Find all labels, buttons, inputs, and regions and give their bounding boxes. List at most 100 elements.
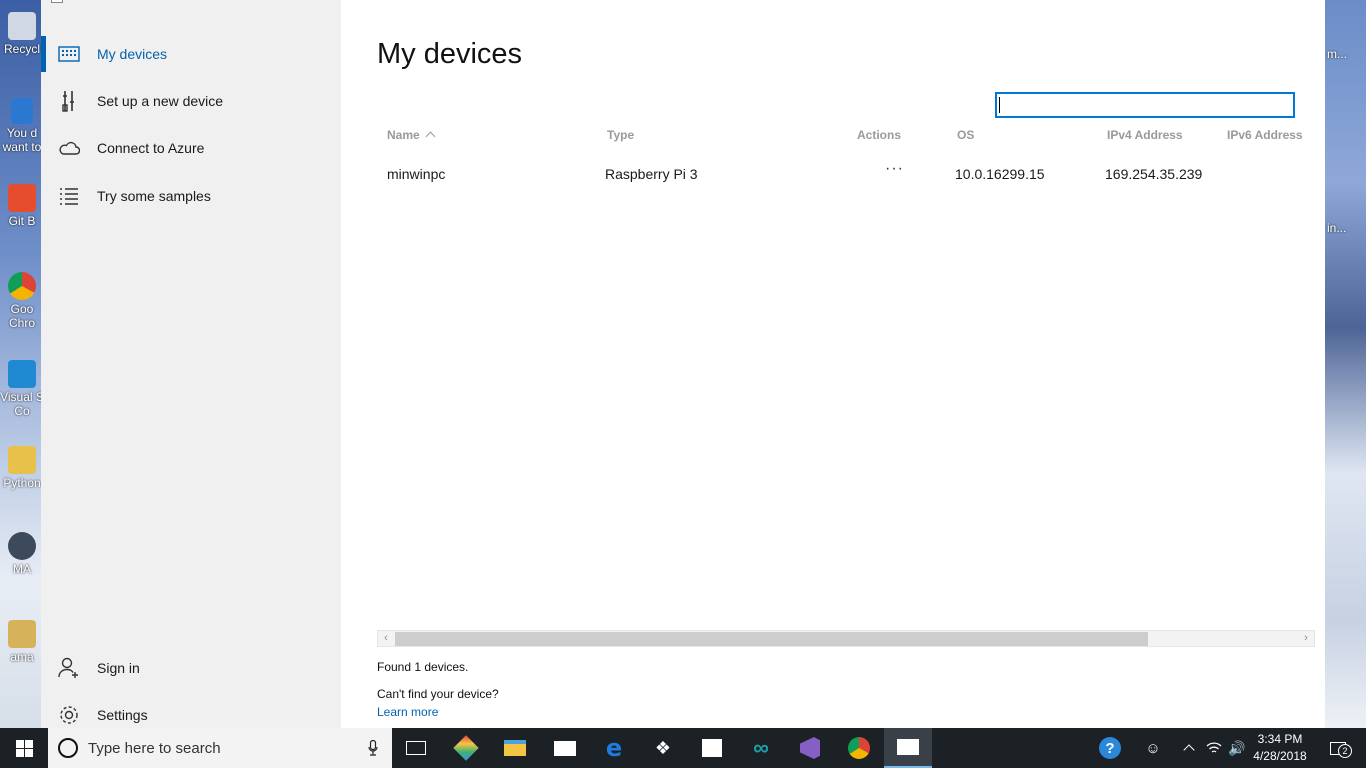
start-button[interactable] [0, 728, 48, 768]
desktop-icon-vscode[interactable]: Visual S Co [0, 360, 44, 418]
desktop-icon-edge-shortcut[interactable]: You d want to [0, 98, 44, 154]
window-menu-icon[interactable] [51, 0, 63, 3]
search-placeholder: Type here to search [88, 739, 221, 757]
horizontal-scrollbar[interactable]: ‹ › [377, 630, 1315, 647]
sort-ascending-icon [425, 131, 436, 142]
tray-show-hidden[interactable] [1178, 728, 1200, 768]
recycle-bin-icon [8, 12, 36, 40]
desktop-icon-git[interactable]: Git B [0, 184, 44, 228]
device-ipv4: 169.254.35.239 [1105, 166, 1203, 182]
wifi-icon [1206, 742, 1222, 753]
scrollbar-thumb[interactable] [395, 632, 1148, 646]
nav-item-label: Sign in [97, 660, 140, 676]
visual-studio-icon [800, 737, 820, 759]
desktop-icon-recycle[interactable]: Recycl [0, 12, 44, 56]
desktop-icon-ma[interactable]: MA [0, 532, 44, 576]
nav-item-label: My devices [97, 46, 168, 62]
desktop-right-label: in... [1327, 221, 1347, 235]
iot-dashboard-window: My devices Set up a new device Connect t… [41, 0, 1325, 728]
vscode-icon [8, 360, 36, 388]
taskbar-app-file-explorer[interactable] [491, 728, 539, 768]
column-header-name[interactable]: Name [387, 128, 436, 142]
clock-time: 3:34 PM [1257, 732, 1303, 746]
device-filter-input[interactable] [995, 92, 1295, 118]
tools-icon [41, 90, 97, 112]
column-header-os[interactable]: OS [957, 128, 974, 142]
volume-icon: 🔊 [1228, 739, 1246, 756]
edge-icon: e [605, 734, 623, 762]
taskbar-app-arduino[interactable]: ∞ [737, 728, 785, 768]
people-icon: ☺ [1145, 739, 1161, 757]
scroll-right-icon[interactable]: › [1298, 631, 1314, 646]
taskbar-app-iot-dashboard[interactable] [884, 728, 932, 768]
column-header-ipv6[interactable]: IPv6 Address [1227, 128, 1303, 142]
chrome-icon [8, 272, 36, 300]
chrome-icon [848, 737, 870, 759]
device-count-status: Found 1 devices. [377, 660, 469, 674]
device-name: minwinpc [387, 166, 446, 182]
desktop-icon-ama[interactable]: ama [0, 620, 44, 664]
device-type: Raspberry Pi 3 [605, 166, 698, 182]
arduino-icon: ∞ [753, 735, 769, 760]
desktop-right-label: m... [1327, 47, 1347, 61]
device-os: 10.0.16299.15 [955, 166, 1045, 182]
taskbar-app-chrome[interactable] [835, 728, 883, 768]
column-header-ipv4[interactable]: IPv4 Address [1107, 128, 1183, 142]
text-cursor [999, 97, 1000, 113]
nav-item-label: Connect to Azure [97, 140, 205, 156]
nav-item-my-devices[interactable]: My devices [41, 32, 341, 76]
dropbox-icon: ❖ [654, 737, 672, 758]
device-actions-button[interactable]: ··· [885, 160, 904, 178]
taskbar: Type here to search e ❖ ∞ ? ☺ 🔊 3:34 PM … [0, 728, 1366, 768]
windows-logo-icon [15, 739, 33, 757]
tray-volume[interactable]: 🔊 [1226, 728, 1248, 768]
devices-icon [41, 46, 97, 62]
taskbar-app-mail[interactable] [541, 728, 589, 768]
taskbar-app-gitkraken[interactable] [442, 728, 490, 768]
microphone-icon[interactable] [368, 739, 378, 761]
nav-item-setup-device[interactable]: Set up a new device [41, 79, 341, 123]
column-header-actions[interactable]: Actions [857, 128, 901, 142]
tray-people[interactable]: ☺ [1140, 728, 1166, 768]
task-view-button[interactable] [392, 728, 440, 768]
nav-item-label: Set up a new device [97, 93, 224, 109]
desktop-icon-python[interactable]: Python [0, 446, 44, 490]
nav-item-sign-in[interactable]: Sign in [41, 646, 341, 690]
help-icon: ? [1099, 737, 1121, 759]
git-icon [8, 184, 36, 212]
cortana-icon [58, 738, 78, 758]
system-clock[interactable]: 3:34 PM 4/28/2018 [1248, 731, 1312, 765]
file-icon [8, 620, 36, 648]
nav-item-samples[interactable]: Try some samples [41, 174, 341, 218]
cloud-icon [41, 141, 97, 155]
column-header-type[interactable]: Type [607, 128, 634, 142]
taskbar-search-box[interactable]: Type here to search [48, 728, 392, 768]
navigation-pane: My devices Set up a new device Connect t… [41, 11, 341, 728]
gear-icon [41, 704, 97, 726]
nav-item-label: Try some samples [97, 188, 211, 204]
taskbar-app-store[interactable] [688, 728, 736, 768]
clock-date: 4/28/2018 [1253, 749, 1307, 763]
desktop-icon-chrome[interactable]: Goo Chro [0, 272, 44, 330]
desktop-right [1325, 0, 1366, 728]
tray-network[interactable] [1203, 728, 1225, 768]
edge-icon [11, 98, 33, 124]
cant-find-text: Can't find your device? [377, 687, 499, 701]
taskbar-app-edge[interactable]: e [590, 728, 638, 768]
task-view-icon [406, 741, 426, 755]
nav-item-connect-azure[interactable]: Connect to Azure [41, 126, 341, 170]
headset-icon [8, 532, 36, 560]
notification-count-badge: 2 [1338, 744, 1352, 758]
taskbar-app-dropbox[interactable]: ❖ [639, 728, 687, 768]
folder-icon [8, 446, 36, 474]
list-icon [41, 187, 97, 205]
add-person-icon [41, 657, 97, 679]
nav-item-label: Settings [97, 707, 148, 723]
action-center-button[interactable]: 2 [1320, 728, 1356, 768]
tray-help[interactable]: ? [1094, 728, 1126, 768]
scroll-left-icon[interactable]: ‹ [378, 631, 394, 646]
learn-more-link[interactable]: Learn more [377, 705, 438, 719]
store-icon [702, 739, 722, 757]
mail-icon [554, 740, 576, 756]
taskbar-app-visual-studio[interactable] [786, 728, 834, 768]
